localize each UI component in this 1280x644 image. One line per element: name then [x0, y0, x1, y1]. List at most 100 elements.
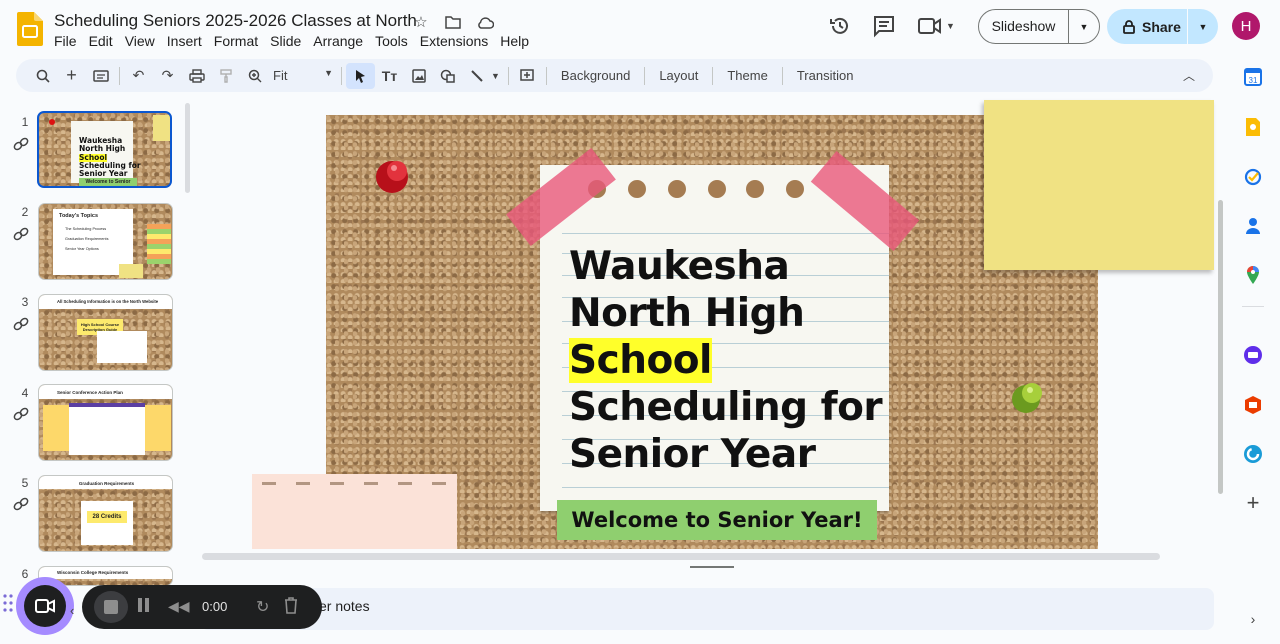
slide-title[interactable]: Waukesha North High School Scheduling fo…: [569, 243, 883, 478]
filmstrip-scrollbar[interactable]: [185, 103, 190, 193]
chevron-down-icon[interactable]: ▼: [491, 71, 500, 81]
video-camera-icon: [918, 18, 941, 34]
menu-edit[interactable]: Edit: [89, 32, 119, 50]
menu-tools[interactable]: Tools: [375, 32, 414, 50]
share-button[interactable]: Share ▼: [1107, 9, 1218, 44]
slides-logo-icon[interactable]: [17, 12, 43, 46]
layout-button[interactable]: Layout: [649, 68, 708, 83]
get-addons-icon[interactable]: +: [1242, 490, 1264, 515]
print-icon[interactable]: [182, 63, 211, 89]
link-icon: [13, 137, 29, 151]
video-camera-icon: [35, 599, 55, 613]
select-cursor-icon[interactable]: [346, 62, 375, 89]
addon-c-icon[interactable]: [1242, 443, 1264, 465]
redo-icon[interactable]: ↷: [153, 63, 182, 89]
contacts-icon[interactable]: [1242, 215, 1264, 237]
welcome-banner[interactable]: Welcome to Senior Year!: [557, 500, 877, 540]
share-label: Share: [1142, 18, 1181, 35]
zoom-value: Fit: [273, 68, 288, 83]
slideshow-dropdown-icon[interactable]: ▼: [1069, 22, 1099, 32]
drag-handle-icon[interactable]: [3, 593, 13, 613]
document-title[interactable]: Scheduling Seniors 2025-2026 Classes at …: [54, 11, 417, 31]
menu-arrange[interactable]: Arrange: [313, 32, 369, 50]
comments-icon[interactable]: [872, 14, 896, 38]
undo-icon[interactable]: ↶: [124, 63, 153, 89]
transition-button[interactable]: Transition: [787, 68, 864, 83]
link-icon: [13, 497, 29, 511]
menu-view[interactable]: View: [125, 32, 161, 50]
pause-icon[interactable]: [138, 598, 152, 614]
slide-thumbnail-4[interactable]: Senior Conference Action Plan: [38, 384, 173, 461]
link-icon: [13, 317, 29, 331]
expand-side-panel-icon[interactable]: ›: [1242, 608, 1264, 630]
share-dropdown-icon[interactable]: ▼: [1188, 22, 1218, 32]
slide-thumbnail-1[interactable]: Waukesha North High School Scheduling fo…: [37, 111, 172, 188]
stop-button[interactable]: [94, 591, 128, 623]
link-icon: [13, 227, 29, 241]
chevron-down-icon: ▼: [324, 68, 333, 78]
move-folder-icon[interactable]: [442, 11, 464, 33]
slide-thumbnail-3[interactable]: All Scheduling Information is on the Nor…: [38, 294, 173, 371]
addon-purple-icon[interactable]: [1242, 344, 1264, 366]
slide-number: 3: [21, 295, 29, 309]
slide-thumbnail-2[interactable]: Today's Topics The Scheduling Process Gr…: [38, 203, 173, 280]
menu-extensions[interactable]: Extensions: [420, 32, 494, 50]
meet-button[interactable]: ▼: [918, 13, 964, 39]
chevron-left-icon[interactable]: ‹: [70, 603, 74, 618]
notepad-scrap: [252, 474, 457, 549]
link-icon: [13, 407, 29, 421]
slide-number: 2: [21, 205, 29, 219]
canvas-horizontal-scrollbar[interactable]: [202, 553, 1160, 560]
slideshow-label[interactable]: Slideshow: [979, 10, 1069, 43]
keep-icon[interactable]: [1242, 116, 1264, 138]
background-button[interactable]: Background: [551, 68, 640, 83]
collapse-toolbar-icon[interactable]: ︿: [1183, 67, 1195, 84]
notes-resize-handle[interactable]: [690, 566, 734, 568]
insert-image-icon[interactable]: [404, 63, 433, 89]
rewind-icon[interactable]: ◀◀: [168, 598, 190, 615]
canvas-vertical-scrollbar[interactable]: [1218, 200, 1223, 494]
version-history-icon[interactable]: [828, 14, 852, 38]
new-slide-layout-icon[interactable]: [86, 63, 115, 89]
addon-office-icon[interactable]: [1242, 394, 1264, 416]
slide-number: 5: [21, 476, 29, 490]
delete-icon[interactable]: [284, 597, 298, 619]
highlighted-word: School: [569, 338, 712, 383]
star-icon[interactable]: ☆: [410, 11, 432, 33]
notepaper: Waukesha North High School Scheduling fo…: [540, 165, 889, 511]
paint-format-icon[interactable]: [211, 63, 240, 89]
green-pushpin-icon: [1012, 383, 1042, 413]
lock-icon: [1123, 19, 1135, 34]
red-pushpin-icon: [376, 161, 408, 193]
theme-button[interactable]: Theme: [717, 68, 777, 83]
zoom-select[interactable]: Fit ▼: [269, 68, 337, 83]
recorder-camera-button[interactable]: [24, 585, 66, 627]
cloud-status-icon[interactable]: [474, 11, 496, 33]
menu-bar: File Edit View Insert Format Slide Arran…: [54, 32, 541, 50]
slide-thumbnail-5[interactable]: Graduation Requirements 28 Credits: [38, 475, 173, 552]
chevron-down-icon: ▼: [946, 21, 955, 31]
search-menus-icon[interactable]: [28, 63, 57, 89]
recording-time: 0:00: [202, 599, 228, 614]
zoom-icon[interactable]: [240, 63, 269, 89]
svg-text:31: 31: [1249, 76, 1258, 85]
calendar-icon[interactable]: 31: [1242, 66, 1264, 88]
shape-icon[interactable]: [433, 63, 462, 89]
menu-file[interactable]: File: [54, 32, 83, 50]
stop-icon: [104, 600, 118, 614]
restart-icon[interactable]: ↻: [256, 597, 269, 617]
menu-format[interactable]: Format: [214, 32, 264, 50]
menu-insert[interactable]: Insert: [167, 32, 208, 50]
account-avatar[interactable]: H: [1232, 12, 1260, 40]
line-icon[interactable]: [462, 63, 491, 89]
menu-slide[interactable]: Slide: [270, 32, 307, 50]
text-box-icon[interactable]: Tт: [375, 63, 404, 89]
menu-help[interactable]: Help: [500, 32, 535, 50]
new-slide-icon[interactable]: +: [57, 63, 86, 89]
toolbar: + ↶ ↷ Fit ▼ Tт ▼ Background Layout Theme…: [16, 59, 1213, 92]
insert-comment-icon[interactable]: [513, 63, 542, 89]
tasks-icon[interactable]: [1242, 166, 1264, 188]
slide-number: 4: [21, 386, 29, 400]
slideshow-button[interactable]: Slideshow ▼: [978, 9, 1100, 44]
maps-icon[interactable]: [1242, 264, 1264, 286]
